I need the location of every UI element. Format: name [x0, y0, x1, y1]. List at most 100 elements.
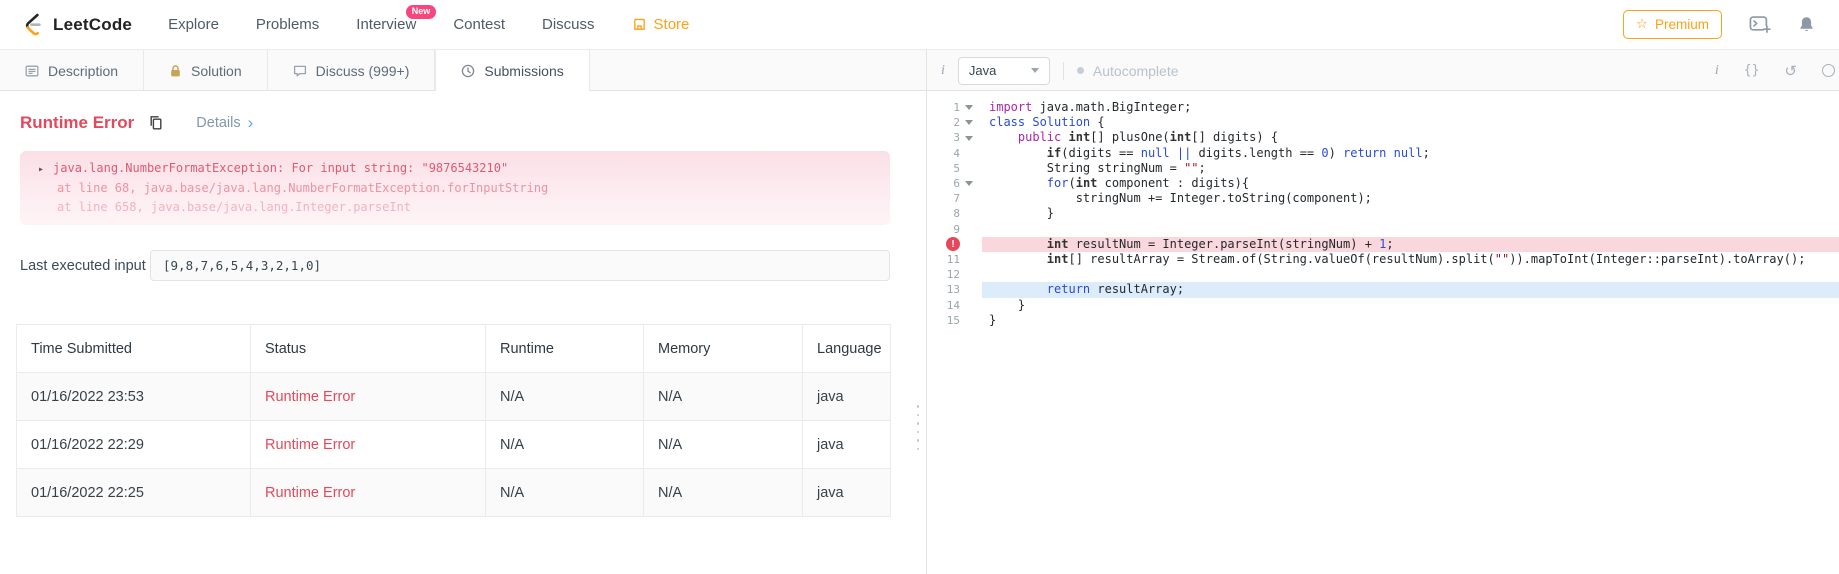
table-header-row: Time Submitted Status Runtime Memory Lan… [16, 324, 891, 373]
lock-icon [169, 64, 182, 78]
tab-solution[interactable]: Solution [144, 50, 268, 91]
result-header: Runtime Error Details › [20, 113, 906, 133]
submissions-clock-icon [461, 64, 475, 78]
code-line-14: 14 } [927, 298, 1839, 313]
code-line-15: 15} [927, 313, 1839, 328]
nav-item-contest[interactable]: Contest [453, 16, 505, 33]
autocomplete-toggle[interactable]: Autocomplete [1076, 63, 1179, 79]
submissions-table: Time Submitted Status Runtime Memory Lan… [16, 324, 891, 517]
language-info-icon[interactable]: i [941, 63, 945, 79]
nav-item-store[interactable]: Store [632, 16, 689, 33]
cell-status: Runtime Error [250, 372, 486, 421]
gutter: 3 [927, 130, 982, 145]
tab-discuss[interactable]: Discuss (999+) [268, 50, 436, 91]
table-row[interactable]: 01/16/2022 22:25 Runtime Error N/A N/A java [16, 468, 891, 517]
main-nav: Explore Problems Interview New Contest D… [168, 5, 689, 33]
language-select[interactable]: Java [957, 56, 1050, 85]
gutter: 2 [927, 115, 982, 130]
settings-icon[interactable] [1822, 64, 1835, 77]
code-line-8: 8 } [927, 206, 1839, 221]
cell-time-submitted: 01/16/2022 23:53 [16, 372, 251, 421]
nav-item-discuss[interactable]: Discuss [542, 16, 595, 33]
chevron-down-icon [1030, 68, 1039, 73]
cell-language: java [802, 372, 891, 421]
nav-item-problems[interactable]: Problems [256, 16, 319, 33]
cell-runtime: N/A [485, 420, 644, 469]
editor-info-icon[interactable]: i [1715, 63, 1719, 79]
gutter: 9 [953, 222, 960, 236]
table-row[interactable]: 01/16/2022 22:29 Runtime Error N/A N/A java [16, 420, 891, 469]
code-editor-panel: 1 import java.math.BigInteger; 2 class Solu… [927, 91, 1839, 574]
code-line-12: 12 [927, 267, 1839, 282]
table-row[interactable]: 01/16/2022 23:53 Runtime Error N/A N/A java [16, 372, 891, 421]
col-status: Status [250, 324, 486, 373]
error-line-main[interactable]: ▸ java.lang.NumberFormatException: For in… [38, 159, 872, 179]
chevron-right-icon: › [247, 112, 254, 132]
last-input-value[interactable]: [9,8,7,6,5,4,3,2,1,0] [150, 250, 890, 281]
cell-runtime: N/A [485, 372, 644, 421]
gutter: ! [927, 237, 982, 252]
fold-arrow-icon[interactable] [960, 120, 978, 125]
cell-memory: N/A [643, 420, 803, 469]
new-badge: New [405, 5, 437, 19]
col-memory: Memory [643, 324, 803, 373]
brand-name: LeetCode [53, 14, 133, 34]
gutter: 1 [927, 100, 982, 115]
col-runtime: Runtime [485, 324, 644, 373]
gutter: 13 [946, 283, 960, 297]
fold-arrow-icon[interactable] [960, 181, 978, 186]
error-line-stack-2: at line 658, java.base/java.lang.Integer… [57, 200, 412, 214]
toolbar-divider [1062, 61, 1064, 80]
copy-icon[interactable] [148, 115, 164, 131]
top-navbar: LeetCode Explore Problems Interview New … [0, 0, 1839, 50]
expand-arrow-icon: ▸ [38, 164, 45, 175]
nav-item-interview[interactable]: Interview New [356, 5, 437, 33]
leetcode-logo[interactable]: LeetCode [20, 12, 132, 37]
navbar-right: ☆ Premium [1622, 10, 1815, 39]
main-content: Runtime Error Details › ▸ java.lang.Numbe… [0, 91, 1839, 574]
premium-button[interactable]: ☆ Premium [1622, 10, 1722, 39]
gutter: 14 [946, 298, 960, 312]
code-line-4: 4 if(digits == null || digits.length == … [927, 146, 1839, 161]
fold-arrow-icon[interactable] [960, 136, 978, 141]
cell-language: java [802, 468, 891, 517]
code-lines[interactable]: 1 import java.math.BigInteger; 2 class Solu… [927, 91, 1839, 328]
code-line-1: 1 import java.math.BigInteger; [927, 100, 1839, 115]
format-code-icon[interactable]: {} [1744, 63, 1760, 78]
description-icon [25, 64, 39, 78]
editor-toolbar-right: i {} ↺ [1715, 62, 1835, 80]
gutter: 12 [946, 268, 960, 282]
tab-submissions[interactable]: Submissions [435, 50, 590, 91]
cell-time-submitted: 01/16/2022 22:29 [16, 420, 251, 469]
tabs-row: Description Solution Discuss (999+) Subm… [0, 50, 1839, 91]
cell-memory: N/A [643, 468, 803, 517]
cell-language: java [802, 420, 891, 469]
code-line-6: 6 for(int component : digits){ [927, 176, 1839, 191]
panel-resize-handle[interactable] [916, 405, 919, 450]
gutter: 5 [953, 161, 960, 175]
nav-item-explore[interactable]: Explore [168, 16, 219, 33]
result-status: Runtime Error [20, 113, 135, 132]
last-input-row: Last executed input [9,8,7,6,5,4,3,2,1,0… [20, 250, 890, 281]
code-line-7: 7 stringNum += Integer.toString(componen… [927, 191, 1839, 206]
cell-time-submitted: 01/16/2022 22:25 [16, 468, 251, 517]
code-line-5: 5 String stringNum = ""; [927, 161, 1839, 176]
language-select-value: Java [968, 63, 997, 78]
reset-code-icon[interactable]: ↺ [1784, 62, 1797, 80]
autocomplete-dot-icon [1076, 67, 1084, 74]
gutter: 7 [953, 192, 960, 206]
notifications-bell-icon[interactable] [1798, 16, 1815, 33]
error-line-stack-1: at line 68, java.base/java.lang.NumberFo… [57, 181, 549, 195]
playground-icon[interactable] [1749, 16, 1771, 33]
tab-description[interactable]: Description [0, 50, 145, 91]
error-marker-icon[interactable]: ! [946, 237, 960, 252]
cell-memory: N/A [643, 372, 803, 421]
col-language: Language [802, 324, 891, 373]
gutter: 4 [953, 146, 960, 160]
last-input-label: Last executed input [20, 257, 146, 274]
code-line-3: 3 public int[] plusOne(int[] digits) { [927, 130, 1839, 145]
details-link[interactable]: Details › [196, 112, 254, 132]
fold-arrow-icon[interactable] [960, 105, 978, 110]
gutter: 6 [927, 176, 982, 191]
submissions-table-body: 01/16/2022 23:53 Runtime Error N/A N/A java 0… [16, 372, 891, 517]
